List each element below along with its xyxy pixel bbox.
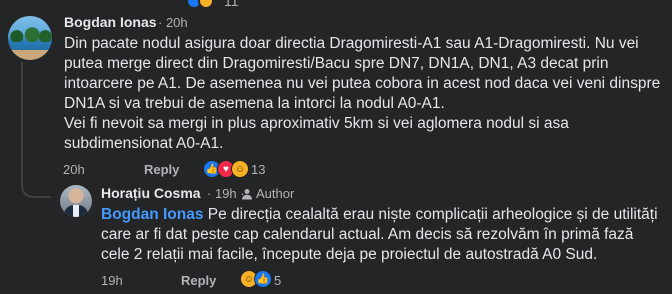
- comment-body: Din pacate nodul asigura doar directia D…: [64, 34, 664, 154]
- haha-icon: ☺: [231, 160, 249, 178]
- thread-connector-line: [21, 62, 51, 198]
- comment-line: Vei fi nevoit sa mergi in plus aproximat…: [64, 115, 569, 132]
- reply-button[interactable]: Reply: [144, 162, 179, 177]
- comment-timestamp[interactable]: · 19h ·: [207, 186, 245, 201]
- reaction-summary[interactable]: ☺ 👍: [240, 269, 272, 289]
- comment-action-timestamp[interactable]: 19h: [101, 273, 123, 288]
- previous-comment-reaction-count: 11: [224, 0, 239, 9]
- reaction-count: 13: [251, 162, 266, 177]
- author-badge: Author: [256, 186, 295, 201]
- comment-line: care ar fi dat peste cap calendarul actu…: [101, 226, 634, 243]
- reaction-summary[interactable]: 👍 ♥ ☺: [203, 159, 251, 179]
- comment-line: subdimensionat A0-A1.: [64, 135, 224, 152]
- like-icon: 👍: [254, 270, 272, 288]
- comment-line: cele 2 relații mai facile, începute deja…: [101, 246, 598, 263]
- comment-author[interactable]: Bogdan Ionas: [64, 14, 157, 30]
- comment-body: Bogdan Ionas Pe direcția cealaltă erau n…: [101, 205, 661, 265]
- reply-button[interactable]: Reply: [181, 273, 216, 288]
- comment-line: Bogdan Ionas Pe direcția cealaltă erau n…: [101, 205, 661, 225]
- comment-line: Din pacate nodul asigura doar directia D…: [64, 35, 639, 52]
- reaction-count: 5: [274, 273, 282, 288]
- avatar[interactable]: [60, 185, 92, 217]
- comment-author[interactable]: Horațiu Cosma: [101, 185, 201, 201]
- comment-line: putea merge direct din Dragomiresti/Bacu…: [64, 55, 609, 72]
- author-icon: [242, 189, 252, 200]
- comment-action-timestamp[interactable]: 20h: [63, 162, 85, 177]
- comment-line: intoarcere pe A1. De asemenea nu vei put…: [64, 75, 661, 92]
- mention-link[interactable]: Bogdan Ionas: [101, 206, 203, 223]
- comment-line: DN1A si va trebui de asemena la intorci …: [64, 95, 445, 112]
- avatar[interactable]: [8, 16, 52, 60]
- previous-comment-reactions[interactable]: [186, 0, 216, 9]
- comment-timestamp[interactable]: · 20h: [158, 15, 188, 30]
- haha-icon: [198, 0, 214, 9]
- comment-text: Pe direcția cealaltă erau niște complica…: [207, 206, 658, 223]
